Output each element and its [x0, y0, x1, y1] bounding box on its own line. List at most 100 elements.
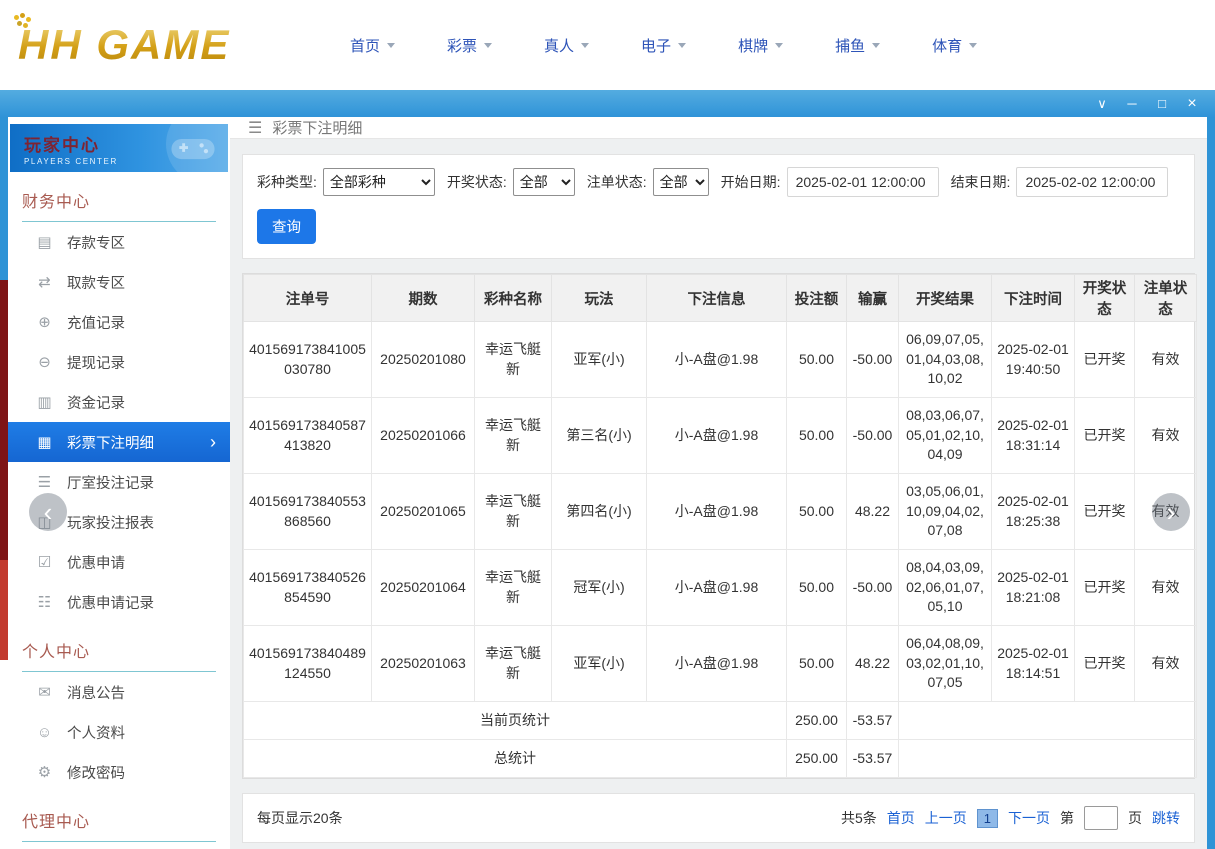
maximize-icon[interactable]: [1149, 94, 1175, 114]
sidebar-item-promo-apply[interactable]: 优惠申请: [8, 542, 230, 582]
next-page-link[interactable]: 下一页: [1008, 808, 1050, 828]
lottery-type-label: 彩种类型:: [257, 172, 317, 192]
promo-apply-icon: [36, 553, 53, 571]
page-size-text: 每页显示20条: [257, 808, 343, 828]
col-header: 下注时间: [992, 275, 1075, 322]
chevron-down-icon: [969, 43, 977, 48]
sidebar: 玩家中心 PLAYERS CENTER 财务中心 存款专区 取款专区: [8, 117, 230, 849]
sidebar-item-funds-records[interactable]: 资金记录: [8, 382, 230, 422]
prev-page-link[interactable]: 上一页: [925, 808, 967, 828]
sidebar-item-change-password[interactable]: 修改密码: [8, 752, 230, 792]
table-cell: 幸运飞艇新: [475, 398, 552, 474]
col-header: 注单状态: [1135, 275, 1197, 322]
start-date-label: 开始日期:: [721, 172, 781, 192]
minimize-icon[interactable]: [1119, 94, 1145, 114]
main-content: 彩票下注明细 彩种类型: 全部彩种 开奖状态: 全部 注单状态: 全部 开始日期…: [230, 117, 1207, 849]
nav-item-label: 棋牌: [738, 35, 768, 56]
menu-icon[interactable]: [248, 118, 262, 138]
chevron-down-icon: [678, 43, 686, 48]
start-date-input[interactable]: [787, 167, 939, 197]
table-cell: 2025-02-01 18:25:38: [992, 474, 1075, 550]
close-icon[interactable]: [1179, 94, 1205, 114]
collapse-icon[interactable]: [1089, 94, 1115, 114]
table-cell: 2025-02-01 18:21:08: [992, 550, 1075, 626]
promo-records-icon: [36, 593, 53, 611]
sidebar-item-withdrawal-records[interactable]: 提现记录: [8, 342, 230, 382]
header-row: 注单号 期数 彩种名称 玩法 下注信息 投注额 输赢 开奖结果 下注时间 开奖状…: [244, 275, 1197, 322]
table-cell: 小-A盘@1.98: [647, 398, 787, 474]
chevron-right-icon[interactable]: [1152, 493, 1190, 531]
query-button[interactable]: 查询: [257, 209, 316, 244]
deposit-icon: [36, 233, 53, 251]
table-cell: 2025-02-01 18:31:14: [992, 398, 1075, 474]
current-page-badge[interactable]: 1: [977, 809, 998, 828]
page-summary-winloss: -53.57: [847, 702, 899, 740]
table-cell: 401569173840489124550: [244, 626, 372, 702]
sidebar-subtitle: PLAYERS CENTER: [24, 157, 228, 166]
sidebar-item-label: 充值记录: [67, 312, 125, 333]
sidebar-item-recharge-records[interactable]: 充值记录: [8, 302, 230, 342]
sidebar-header: 玩家中心 PLAYERS CENTER: [10, 124, 228, 172]
nav-item-lottery[interactable]: 彩票: [447, 35, 492, 56]
table-cell: 48.22: [847, 626, 899, 702]
first-page-link[interactable]: 首页: [887, 808, 915, 828]
content-area: 彩种类型: 全部彩种 开奖状态: 全部 注单状态: 全部 开始日期: 结束日期:…: [230, 139, 1207, 849]
jump-button[interactable]: 跳转: [1152, 808, 1180, 828]
chevron-down-icon: [775, 43, 783, 48]
nav-item-home[interactable]: 首页: [350, 35, 395, 56]
table-cell: 50.00: [787, 626, 847, 702]
chevron-right-icon: [210, 432, 216, 453]
bet-status-select[interactable]: 全部: [653, 168, 709, 196]
end-date-label: 结束日期:: [951, 172, 1011, 192]
page-jump-input[interactable]: [1084, 806, 1118, 830]
sidebar-item-withdraw[interactable]: 取款专区: [8, 262, 230, 302]
col-header: 玩法: [552, 275, 647, 322]
nav-item-cards[interactable]: 棋牌: [738, 35, 783, 56]
table-cell: 幸运飞艇新: [475, 322, 552, 398]
table-cell: 有效: [1135, 550, 1197, 626]
end-date-input[interactable]: [1016, 167, 1168, 197]
chevron-left-icon[interactable]: [29, 493, 67, 531]
sidebar-item-deposit[interactable]: 存款专区: [8, 222, 230, 262]
nav-item-slots[interactable]: 电子: [641, 35, 686, 56]
sidebar-item-lottery-bet-details[interactable]: 彩票下注明细: [8, 422, 230, 462]
grand-summary-row: 总统计 250.00 -53.57: [244, 740, 1197, 778]
table-cell: 20250201063: [372, 626, 475, 702]
sidebar-item-messages[interactable]: 消息公告: [8, 672, 230, 712]
table-cell: 50.00: [787, 550, 847, 626]
table-cell: 幸运飞艇新: [475, 626, 552, 702]
chevron-down-icon: [872, 43, 880, 48]
table-row: 40156917384048912455020250201063幸运飞艇新亚军(…: [244, 626, 1197, 702]
table-cell: 2025-02-01 18:14:51: [992, 626, 1075, 702]
filter-row: 彩种类型: 全部彩种 开奖状态: 全部 注单状态: 全部 开始日期: 结束日期:: [257, 167, 1180, 197]
page-summary-empty: [899, 702, 1197, 740]
sidebar-section-personal: 个人中心: [22, 638, 216, 672]
jump-suffix-label: 页: [1128, 808, 1142, 828]
profile-icon: [36, 724, 53, 741]
table-body: 40156917384100503078020250201080幸运飞艇新亚军(…: [244, 322, 1197, 702]
table-cell: 有效: [1135, 626, 1197, 702]
grand-summary-empty: [899, 740, 1197, 778]
password-icon: [36, 763, 53, 781]
sidebar-item-label: 玩家投注报表: [67, 512, 154, 533]
site-logo[interactable]: HH GAME: [18, 21, 308, 69]
nav-item-sports[interactable]: 体育: [932, 35, 977, 56]
col-header: 彩种名称: [475, 275, 552, 322]
nav-item-live[interactable]: 真人: [544, 35, 589, 56]
table-cell: 有效: [1135, 322, 1197, 398]
breadcrumb: 彩票下注明细: [230, 117, 1207, 139]
withdraw-icon: [36, 273, 53, 291]
table-cell: 48.22: [847, 474, 899, 550]
nav-item-fishing[interactable]: 捕鱼: [835, 35, 880, 56]
lottery-type-select[interactable]: 全部彩种: [323, 168, 435, 196]
jump-prefix-label: 第: [1060, 808, 1074, 828]
sidebar-item-profile[interactable]: 个人资料: [8, 712, 230, 752]
table-cell: 小-A盘@1.98: [647, 474, 787, 550]
top-nav: 首页 彩票 真人 电子 棋牌 捕鱼 体育: [350, 35, 977, 56]
page-summary-label: 当前页统计: [244, 702, 787, 740]
draw-status-select[interactable]: 全部: [513, 168, 575, 196]
bet-table-panel: 注单号 期数 彩种名称 玩法 下注信息 投注额 输赢 开奖结果 下注时间 开奖状…: [242, 273, 1195, 779]
grand-summary-winloss: -53.57: [847, 740, 899, 778]
sidebar-item-promo-records[interactable]: 优惠申请记录: [8, 582, 230, 622]
sidebar-section-agent: 代理中心: [22, 808, 216, 842]
